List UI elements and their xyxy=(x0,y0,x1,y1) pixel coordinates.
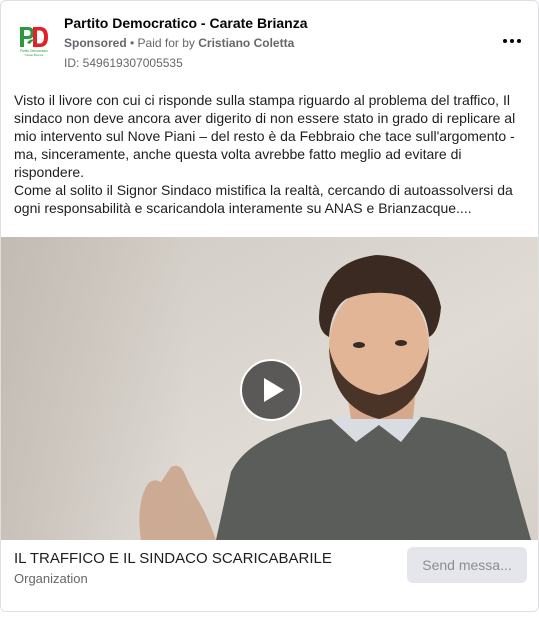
page-name-link[interactable]: Partito Democratico - Carate Brianza xyxy=(64,15,308,31)
sponsored-label: Sponsored xyxy=(64,36,127,50)
meta-separator: • xyxy=(126,36,138,50)
link-subtitle: Organization xyxy=(14,571,88,586)
ad-header: Partito Democratico Carate Brianza Parti… xyxy=(1,1,538,81)
body-paragraph-2: Come al solito il Signor Sindaco mistifi… xyxy=(14,182,513,216)
pd-logo: Partito Democratico Carate Brianza xyxy=(13,17,55,59)
sponsored-line: Sponsored • Paid for by Cristiano Colett… xyxy=(64,36,294,50)
play-icon[interactable] xyxy=(240,359,302,421)
send-message-button[interactable]: Send messa... xyxy=(407,547,527,583)
link-title[interactable]: IL TRAFFICO E IL SINDACO SCARICABARILE xyxy=(14,550,332,567)
logo-text-2: Carate Brianza xyxy=(25,53,44,57)
ad-footer: IL TRAFFICO E IL SINDACO SCARICABARILE O… xyxy=(1,540,538,611)
page-avatar[interactable]: Partito Democratico Carate Brianza xyxy=(13,17,55,59)
ad-card: Partito Democratico Carate Brianza Parti… xyxy=(0,0,539,612)
more-options-icon[interactable] xyxy=(500,31,524,51)
body-paragraph-1: Visto il livore con cui ci risponde sull… xyxy=(14,92,516,180)
ad-body-text: Visto il livore con cui ci risponde sull… xyxy=(14,91,528,217)
ad-id: ID: 549619307005535 xyxy=(64,56,183,70)
paid-for-name: Cristiano Coletta xyxy=(198,36,295,50)
paid-for-prefix: Paid for by xyxy=(137,36,199,50)
